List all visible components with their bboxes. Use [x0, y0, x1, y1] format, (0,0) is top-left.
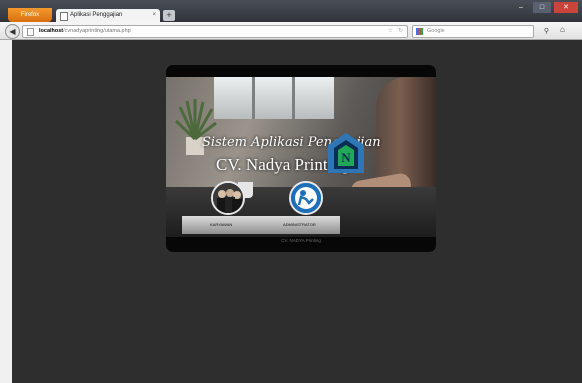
browser-titlebar: Firefox Aplikasi Penggajian × + – □ ✕ [0, 0, 582, 22]
back-arrow-icon: ◀ [9, 27, 16, 36]
company-logo-icon: N [328, 133, 364, 173]
new-tab-button[interactable]: + [163, 10, 175, 21]
firefox-menu-button[interactable]: Firefox [8, 8, 52, 22]
left-sidebar-edge [0, 40, 12, 383]
home-icon[interactable]: ⌂ [560, 25, 565, 34]
window-mullion [292, 77, 295, 119]
administrator-avatar[interactable] [289, 181, 323, 215]
search-icon[interactable]: ⚲ [544, 26, 549, 37]
close-window-button[interactable]: ✕ [554, 2, 578, 13]
page-icon [27, 28, 34, 36]
url-bar[interactable]: localhost/cvnadyaprinting/utama.php ☆ ↻ [22, 25, 408, 38]
url-path: /cvnadyaprinting/utama.php [63, 28, 131, 34]
maximize-button[interactable]: □ [533, 2, 551, 13]
administrator-icon [291, 183, 321, 213]
search-placeholder: Google [427, 28, 445, 34]
menu-karyawan-link[interactable]: KARYAWAN [210, 222, 232, 227]
search-bar[interactable]: Google ⚲ [412, 25, 549, 38]
bookmark-star-icon[interactable]: ☆ [388, 26, 393, 37]
back-button[interactable]: ◀ [5, 24, 20, 39]
footer-text: CV. NADYA Printing [281, 238, 321, 243]
tab-close-icon[interactable]: × [152, 9, 156, 22]
url-host: localhost [39, 28, 64, 34]
header-photo: Sistem Aplikasi Penggajian CV. Nadya Pri… [166, 77, 436, 237]
employees-group-icon [213, 183, 243, 213]
background-window [214, 77, 334, 119]
page-favicon-icon [60, 12, 68, 21]
navigation-toolbar: ◀ localhost/cvnadyaprinting/utama.php ☆ … [0, 22, 582, 40]
logo-letter: N [341, 150, 351, 165]
karyawan-avatar[interactable] [211, 181, 245, 215]
tab-aplikasi-penggajian[interactable]: Aplikasi Penggajian × [56, 9, 160, 22]
menu-administrator-link[interactable]: ADMINISTRATOR [283, 222, 316, 227]
url-text: localhost/cvnadyaprinting/utama.php [39, 26, 131, 37]
google-search-engine-icon[interactable] [416, 28, 423, 35]
minimize-button[interactable]: – [512, 2, 530, 13]
reload-icon[interactable]: ↻ [398, 26, 403, 37]
tab-title: Aplikasi Penggajian [70, 12, 123, 18]
app-card: Sistem Aplikasi Penggajian CV. Nadya Pri… [166, 65, 436, 252]
window-mullion [252, 77, 255, 119]
menu-label-bar: KARYAWAN ADMINISTRATOR [182, 216, 340, 234]
